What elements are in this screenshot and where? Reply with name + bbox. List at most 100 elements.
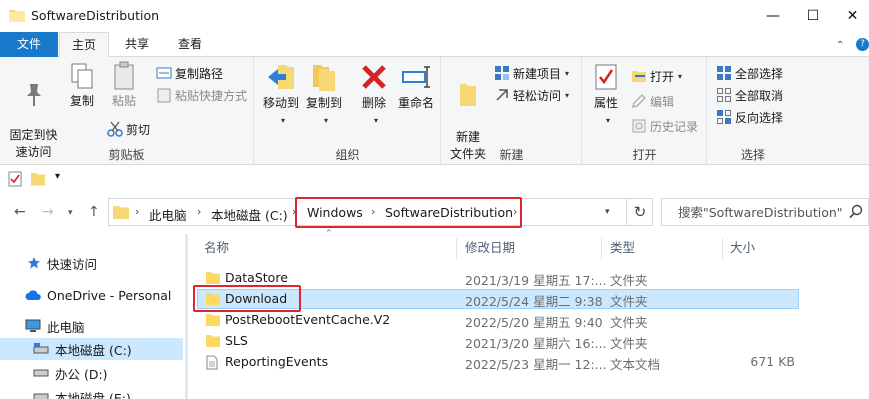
ribbon: 固定到快 速访问 复制 粘贴 复制路径 粘贴快捷方式 剪切 剪贴板 移动到▾ bbox=[0, 57, 869, 165]
forward-arrow-icon[interactable]: → bbox=[42, 204, 54, 220]
text-document-icon bbox=[206, 355, 218, 370]
search-input[interactable] bbox=[662, 199, 842, 225]
file-row-postrebooteventcache[interactable]: PostRebootEventCache.V2 2022/5/20 星期五 9:… bbox=[197, 310, 799, 330]
back-arrow-icon[interactable]: ← bbox=[14, 204, 26, 220]
folder-icon bbox=[206, 335, 220, 347]
select-all-button[interactable]: 全部选择 bbox=[716, 63, 783, 83]
drive-icon bbox=[33, 369, 49, 377]
navigation-scrollbar[interactable] bbox=[185, 234, 188, 399]
column-header-date[interactable]: 修改日期 bbox=[465, 236, 515, 260]
edit-button[interactable]: 编辑 bbox=[631, 91, 674, 111]
copy-button[interactable]: 复制 bbox=[64, 61, 100, 110]
clipboard-group: 固定到快 速访问 复制 粘贴 复制路径 粘贴快捷方式 剪切 剪贴板 bbox=[0, 57, 254, 165]
cloud-icon bbox=[25, 290, 41, 300]
clipboard-group-label: 剪贴板 bbox=[108, 148, 145, 162]
file-type: 文件夹 bbox=[610, 315, 648, 330]
new-item-icon bbox=[495, 66, 509, 80]
history-button[interactable]: 历史记录 bbox=[631, 116, 698, 136]
paste-shortcut-icon bbox=[157, 88, 171, 103]
paste-button[interactable]: 粘贴 bbox=[106, 61, 142, 110]
copy-icon bbox=[71, 63, 93, 89]
file-type: 文件夹 bbox=[610, 294, 648, 309]
breadcrumb-separator-icon[interactable]: › bbox=[197, 205, 201, 218]
nav-item-quick-access[interactable]: 快速访问 bbox=[0, 252, 183, 274]
folder-icon bbox=[206, 314, 220, 326]
nav-item-onedrive[interactable]: OneDrive - Personal bbox=[0, 284, 183, 306]
cut-button[interactable]: 剪切 bbox=[107, 119, 150, 139]
properties-small-icon[interactable] bbox=[8, 171, 22, 187]
open-button[interactable]: 打开 ▾ bbox=[631, 66, 682, 86]
address-history-dropdown-icon[interactable]: ▾ bbox=[605, 207, 610, 217]
refresh-icon[interactable]: ↻ bbox=[626, 198, 653, 226]
nav-item-office-d[interactable]: 办公 (D:) bbox=[0, 362, 183, 384]
file-date: 2021/3/19 星期五 17:... bbox=[465, 273, 607, 288]
open-group: 属性 ▾ 打开 ▾ 编辑 历史记录 打开 bbox=[583, 57, 707, 165]
file-type: 文本文档 bbox=[610, 357, 661, 372]
file-size: 671 KB bbox=[750, 354, 795, 369]
copy-path-icon bbox=[156, 67, 172, 79]
tab-file[interactable]: 文件 bbox=[0, 32, 58, 57]
tab-share[interactable]: 共享 bbox=[112, 32, 162, 57]
column-divider[interactable] bbox=[601, 238, 602, 260]
folder-icon bbox=[113, 206, 129, 219]
file-row-reportingevents[interactable]: ReportingEvents 2022/5/23 星期一 12:... 文本文… bbox=[197, 352, 799, 372]
nav-item-local-disk-e[interactable]: 本地磁盘 (E:) bbox=[0, 386, 183, 399]
copy-path-button[interactable]: 复制路径 bbox=[156, 63, 223, 83]
tab-view[interactable]: 查看 bbox=[165, 32, 215, 57]
column-divider[interactable] bbox=[722, 238, 723, 260]
rename-icon bbox=[402, 66, 430, 88]
move-to-button[interactable]: 移动到 ▾ bbox=[261, 61, 301, 129]
collapse-ribbon-icon[interactable]: ⌃ bbox=[836, 40, 844, 51]
help-icon[interactable]: ? bbox=[856, 38, 869, 51]
new-item-button[interactable]: 新建项目 ▾ bbox=[494, 63, 569, 83]
recent-locations-icon[interactable]: ▾ bbox=[68, 208, 73, 218]
drive-icon bbox=[33, 343, 49, 354]
nav-item-this-pc[interactable]: 此电脑 bbox=[0, 315, 183, 337]
file-date: 2022/5/20 星期五 9:40 bbox=[465, 315, 603, 330]
folder-icon bbox=[206, 272, 220, 284]
close-button[interactable]: ✕ bbox=[836, 0, 869, 32]
column-divider[interactable] bbox=[456, 238, 457, 260]
file-date: 2021/3/20 星期六 16:... bbox=[465, 336, 607, 351]
copy-to-icon bbox=[313, 65, 335, 91]
search-box[interactable] bbox=[661, 198, 869, 226]
customize-toolbar-icon[interactable]: ▾ bbox=[55, 171, 60, 182]
column-header-type[interactable]: 类型 bbox=[610, 236, 635, 260]
new-folder-small-icon[interactable] bbox=[30, 171, 46, 187]
paste-shortcut-button[interactable]: 粘贴快捷方式 bbox=[156, 85, 247, 105]
select-all-icon bbox=[717, 66, 731, 80]
column-header-name[interactable]: 名称 bbox=[204, 236, 229, 260]
copy-to-button[interactable]: 复制到 ▾ bbox=[304, 61, 344, 129]
select-none-icon bbox=[717, 88, 731, 102]
open-group-label: 打开 bbox=[632, 148, 657, 162]
ribbon-tabs: 文件 主页 共享 查看 ⌃ ? bbox=[0, 32, 869, 58]
breadcrumb-separator-icon[interactable]: › bbox=[135, 205, 139, 218]
new-folder-icon bbox=[460, 84, 476, 106]
star-icon bbox=[28, 257, 40, 269]
invert-selection-button[interactable]: 反向选择 bbox=[716, 107, 783, 127]
properties-button[interactable]: 属性 ▾ bbox=[589, 61, 623, 129]
delete-button[interactable]: 删除 ▾ bbox=[358, 61, 390, 129]
easy-access-button[interactable]: 轻松访问 ▾ bbox=[494, 85, 569, 105]
breadcrumb-this-pc[interactable]: 此电脑 bbox=[149, 205, 187, 224]
nav-item-local-disk-c[interactable]: 本地磁盘 (C:) bbox=[0, 338, 183, 360]
tab-home[interactable]: 主页 bbox=[59, 32, 109, 58]
file-date: 2022/5/24 星期二 9:38 bbox=[465, 294, 603, 309]
title-bar: SoftwareDistribution — ☐ ✕ bbox=[0, 0, 869, 32]
file-row-sls[interactable]: SLS 2021/3/20 星期六 16:... 文件夹 bbox=[197, 331, 799, 351]
properties-icon bbox=[595, 64, 617, 90]
navigation-pane: 快速访问 OneDrive - Personal 此电脑 本地磁盘 (C:) 办… bbox=[0, 234, 185, 399]
rename-button[interactable]: 重命名 bbox=[396, 61, 436, 112]
up-arrow-icon[interactable]: ↑ bbox=[88, 204, 100, 220]
clipboard-icon bbox=[114, 61, 134, 90]
select-group-label: 选择 bbox=[740, 148, 765, 162]
maximize-button[interactable]: ☐ bbox=[790, 0, 836, 32]
history-icon bbox=[632, 119, 646, 133]
search-icon[interactable] bbox=[848, 204, 864, 220]
open-icon bbox=[632, 71, 646, 82]
select-group: 全部选择 全部取消 反向选择 选择 bbox=[708, 57, 798, 165]
select-none-button[interactable]: 全部取消 bbox=[716, 85, 783, 105]
breadcrumb-local-disk-c[interactable]: 本地磁盘 (C:) bbox=[211, 205, 288, 224]
invert-selection-icon bbox=[717, 110, 731, 124]
column-header-size[interactable]: 大小 bbox=[730, 236, 755, 260]
